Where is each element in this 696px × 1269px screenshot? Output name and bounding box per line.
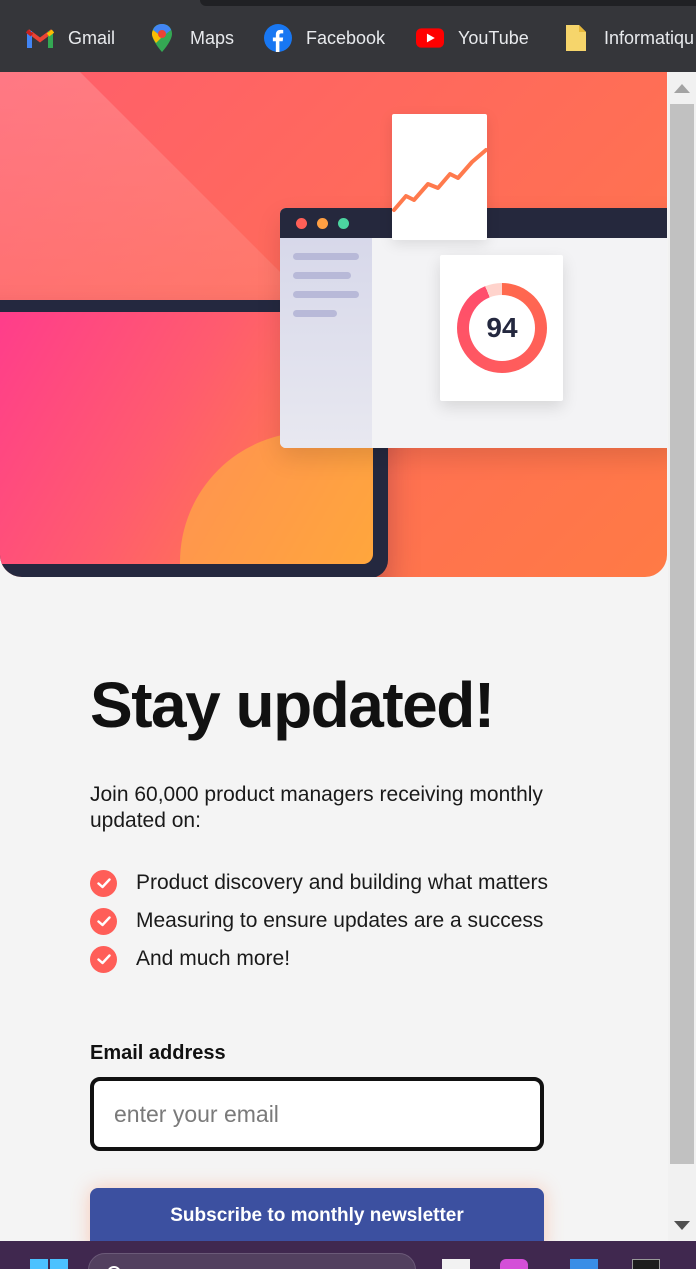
scrollbar-thumb[interactable] [670,104,694,1164]
taskbar-search[interactable] [88,1253,416,1269]
list-item: Product discovery and building what matt… [90,864,548,902]
bookmark-maps[interactable]: Maps [148,22,234,54]
tab-strip-edge [200,0,696,6]
bookmark-facebook[interactable]: Facebook [264,22,385,54]
check-icon [90,869,117,897]
bookmark-label: Maps [190,27,235,48]
bookmark-label: Informatiqu [604,27,695,48]
feature-text: And much more! [136,947,291,970]
bookmark-label: Gmail [68,27,116,48]
intro-text: Join 60,000 product managers receiving m… [90,783,543,832]
check-icon [90,945,117,973]
score-card: 94 [440,255,563,401]
check-icon [90,907,117,935]
windows-start-icon[interactable] [30,1259,68,1269]
trend-line-icon [392,148,488,212]
taskbar-app-icon[interactable] [442,1259,470,1269]
bookmarks-bar: Gmail Maps Facebook YouTube Informatiqu [0,0,696,72]
chart-card [392,114,488,240]
orange-dot-icon [317,218,328,229]
tablet-blob [180,432,373,564]
email-label: Email address [90,1042,226,1064]
os-taskbar [0,1241,696,1269]
bookmark-label: YouTube [458,27,529,48]
bookmark-folder[interactable]: Informatiqu [562,22,694,54]
sidebar-line [293,253,359,260]
facebook-icon [264,24,292,52]
page-scrollbar[interactable] [668,72,696,1242]
youtube-icon [416,24,444,52]
browser-illustration-sidebar [280,238,372,448]
bookmark-gmail[interactable]: Gmail [26,22,115,54]
taskbar-app-icon[interactable] [500,1259,528,1269]
sidebar-line [293,310,337,317]
scroll-down-arrow-icon[interactable] [674,1221,690,1230]
taskbar-app-icon[interactable] [570,1259,598,1269]
hero-illustration: 94 [0,72,667,577]
list-item: Measuring to ensure updates are a succes… [90,902,548,940]
green-dot-icon [338,218,349,229]
score-value: 94 [469,295,535,361]
email-field[interactable] [90,1077,544,1151]
taskbar-app-icon[interactable] [632,1259,660,1269]
feature-text: Product discovery and building what matt… [136,871,549,894]
list-item: And much more! [90,940,548,978]
feature-text: Measuring to ensure updates are a succes… [136,909,544,932]
feature-list: Product discovery and building what matt… [90,864,548,978]
sidebar-line [293,291,359,298]
folder-icon [562,24,590,52]
gmail-icon [26,24,54,52]
scroll-up-arrow-icon[interactable] [674,84,690,93]
maps-icon [148,24,176,52]
bookmark-youtube[interactable]: YouTube [416,22,529,54]
score-ring: 94 [457,283,547,373]
page-title: Stay updated! [90,669,495,741]
bookmark-label: Facebook [306,27,386,48]
red-dot-icon [296,218,307,229]
sidebar-line [293,272,351,279]
